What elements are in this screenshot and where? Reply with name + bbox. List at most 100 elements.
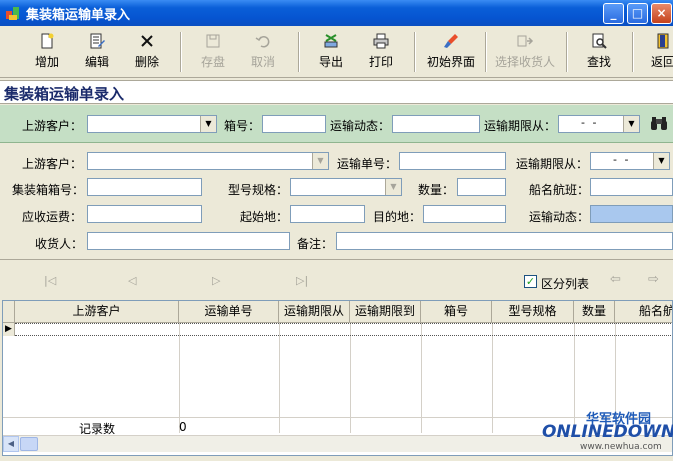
dest-label: 目的地： xyxy=(373,210,422,224)
select-receiver-icon xyxy=(517,35,534,47)
toolbar-separator xyxy=(414,32,416,72)
container-no-label: 集装箱箱号： xyxy=(12,183,85,197)
search-status-input[interactable] xyxy=(392,115,480,133)
select-receiver-button[interactable]: 选择收货人 xyxy=(492,32,558,74)
chevron-down-icon[interactable]: ▼ xyxy=(385,179,401,195)
record-count-value: 0 xyxy=(179,420,187,434)
maximize-button[interactable]: □ xyxy=(627,3,648,24)
minimize-button[interactable]: _ xyxy=(603,3,624,24)
delete-x-icon xyxy=(141,35,153,47)
initial-view-button[interactable]: 初始界面 xyxy=(424,32,478,74)
toolbar: 增加 编辑 删除 存盘 取消 导出 打印 初始界面 选择收货人 查找 返回 xyxy=(0,26,673,78)
heading-bar: 集装箱运输单录入 xyxy=(0,80,673,104)
period-from-date[interactable]: - - ▼ xyxy=(590,152,670,170)
search-box-no-label: 箱号： xyxy=(224,119,261,133)
search-period-from-date[interactable]: - - ▼ xyxy=(558,115,640,133)
status-input[interactable] xyxy=(590,205,673,223)
toolbar-separator xyxy=(180,32,182,72)
save-disk-icon xyxy=(206,34,220,48)
waybill-label: 运输单号： xyxy=(337,157,398,171)
upstream-label: 上游客户： xyxy=(22,157,83,171)
toolbar-separator xyxy=(632,32,634,72)
col-period-to[interactable]: 运输期限到 xyxy=(350,301,421,323)
binoculars-search-icon[interactable] xyxy=(650,116,668,132)
toolbar-separator xyxy=(566,32,568,72)
first-record-button[interactable]: |◁ xyxy=(44,274,56,287)
col-box-no[interactable]: 箱号 xyxy=(421,301,492,323)
chevron-down-icon[interactable]: ▼ xyxy=(200,116,216,132)
search-panel: 上游客户： ▼ 箱号： 运输动态： 运输期限从： - - ▼ xyxy=(0,105,673,143)
search-period-label: 运输期限从： xyxy=(484,119,557,133)
find-button[interactable]: 查找 xyxy=(582,32,616,74)
toolbar-separator xyxy=(298,32,300,72)
qty-input[interactable] xyxy=(457,178,506,196)
search-box-no-input[interactable] xyxy=(262,115,326,133)
chevron-down-icon[interactable]: ▼ xyxy=(312,153,328,169)
app-icon xyxy=(6,7,19,20)
edit-document-icon xyxy=(90,33,105,49)
return-button[interactable]: 返回 xyxy=(646,32,673,74)
col-period-from[interactable]: 运输期限从 xyxy=(279,301,350,323)
split-list-label: 区分列表 xyxy=(541,277,590,291)
window-titlebar: 集装箱运输单录入 _ □ × xyxy=(0,0,673,26)
col-model[interactable]: 型号规格 xyxy=(492,301,574,323)
chevron-down-icon[interactable]: ▼ xyxy=(653,153,669,169)
col-ship[interactable]: 船名航 xyxy=(615,301,672,323)
origin-input[interactable] xyxy=(290,205,365,223)
current-row-arrow-icon: ▶ xyxy=(3,323,15,336)
table-row[interactable] xyxy=(15,323,672,324)
model-combo[interactable]: ▼ xyxy=(290,178,402,196)
fee-label: 应收运费： xyxy=(22,210,83,224)
delete-button[interactable]: 删除 xyxy=(130,32,164,74)
scroll-left-icon[interactable]: ◀ xyxy=(3,436,19,452)
split-list-checkbox[interactable]: ✓ xyxy=(524,275,537,288)
print-button[interactable]: 打印 xyxy=(364,32,398,74)
origin-label: 起始地： xyxy=(240,210,289,224)
search-status-label: 运输动态： xyxy=(330,119,391,133)
period-from-label: 运输期限从： xyxy=(516,157,589,171)
model-label: 型号规格： xyxy=(228,183,289,197)
record-navigator: |◁ ◁ ▷ ▷| ✓ 区分列表 ⇦ ⇨ xyxy=(0,262,673,298)
last-record-button[interactable]: ▷| xyxy=(296,274,308,287)
close-button[interactable]: × xyxy=(651,3,672,24)
container-no-input[interactable] xyxy=(87,178,202,196)
search-upstream-label: 上游客户： xyxy=(22,119,83,133)
export-button[interactable]: 导出 xyxy=(314,32,348,74)
upstream-combo[interactable]: ▼ xyxy=(87,152,329,170)
waybill-input[interactable] xyxy=(399,152,506,170)
onlinedown-watermark-logo: 华军软件园 ONLINEDOWN www.newhua.com xyxy=(542,412,673,452)
col-qty[interactable]: 数量 xyxy=(574,301,615,323)
back-arrow-icon[interactable]: ⇦ xyxy=(610,272,621,287)
chevron-down-icon[interactable]: ▼ xyxy=(623,116,639,132)
forward-arrow-icon[interactable]: ⇨ xyxy=(648,272,659,287)
col-waybill[interactable]: 运输单号 xyxy=(179,301,279,323)
grid-header: 上游客户 运输单号 运输期限从 运输期限到 箱号 型号规格 数量 船名航 xyxy=(3,301,672,323)
prev-record-button[interactable]: ◁ xyxy=(128,274,136,287)
fee-input[interactable] xyxy=(87,205,202,223)
printer-icon xyxy=(373,33,389,49)
exit-door-icon xyxy=(657,33,669,49)
remark-label: 备注： xyxy=(297,237,334,251)
edit-button[interactable]: 编辑 xyxy=(80,32,114,74)
save-button[interactable]: 存盘 xyxy=(196,32,230,74)
add-button[interactable]: 增加 xyxy=(30,32,64,74)
row-indicator-header xyxy=(3,301,15,323)
receiver-label: 收货人： xyxy=(35,237,84,251)
brush-icon xyxy=(444,34,458,48)
scroll-thumb[interactable] xyxy=(20,437,38,451)
page-title: 集装箱运输单录入 xyxy=(4,85,125,103)
receiver-input[interactable] xyxy=(87,232,290,250)
next-record-button[interactable]: ▷ xyxy=(212,274,220,287)
remark-input[interactable] xyxy=(336,232,673,250)
add-document-icon xyxy=(41,33,54,49)
col-upstream[interactable]: 上游客户 xyxy=(15,301,179,323)
dest-input[interactable] xyxy=(423,205,506,223)
ship-input[interactable] xyxy=(590,178,673,196)
cancel-button[interactable]: 取消 xyxy=(246,32,280,74)
qty-label: 数量： xyxy=(418,183,455,197)
search-upstream-combo[interactable]: ▼ xyxy=(87,115,217,133)
ship-label: 船名航班： xyxy=(529,183,590,197)
entry-form: 上游客户： ▼ 运输单号： 运输期限从： - - ▼ 集装箱箱号： 型号规格： … xyxy=(0,144,673,260)
export-icon xyxy=(324,34,338,48)
find-icon xyxy=(592,33,607,49)
